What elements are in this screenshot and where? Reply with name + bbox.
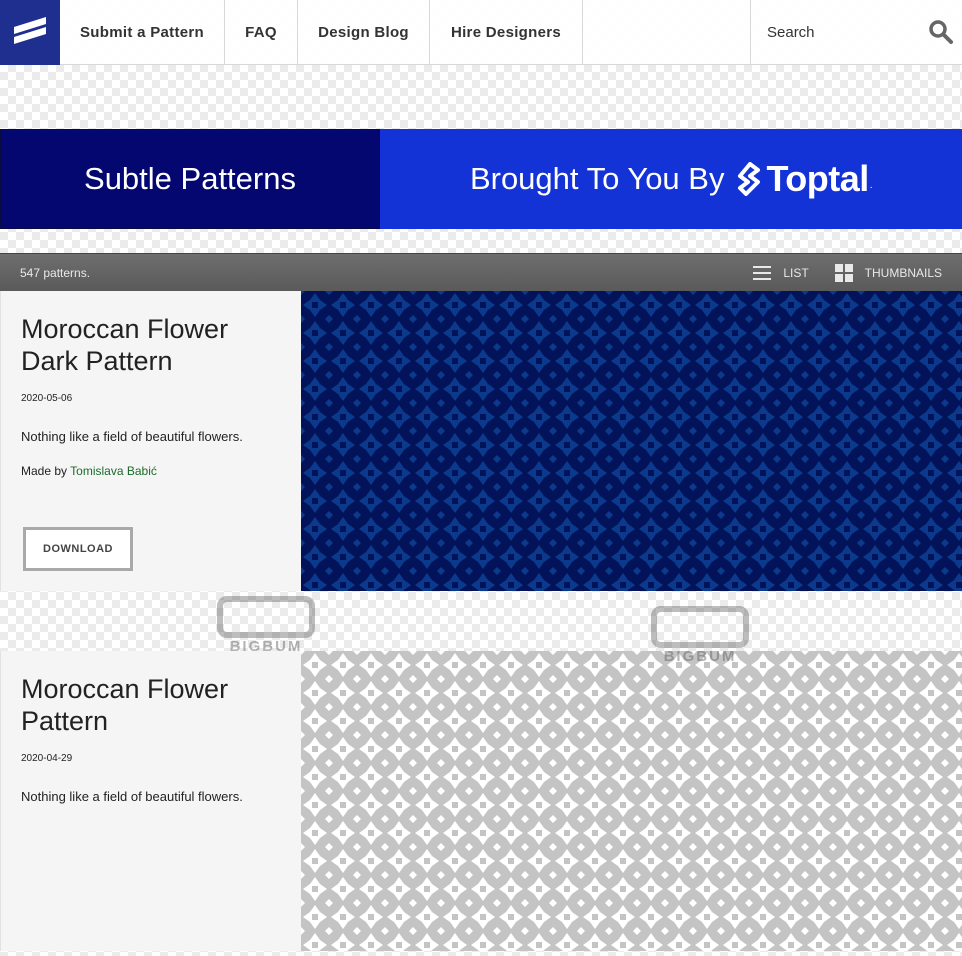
thumbnails-view-button[interactable]: THUMBNAILS <box>834 263 942 282</box>
grid-icon <box>834 263 853 282</box>
pattern-title[interactable]: Moroccan Flower Pattern <box>21 673 281 737</box>
banner-sponsor-text: Brought To You By <box>469 161 725 196</box>
watermark-logo-icon <box>651 606 749 648</box>
pattern-card: Moroccan Flower Pattern 2020-04-29 Nothi… <box>0 651 962 951</box>
pattern-date: 2020-05-06 <box>21 393 73 404</box>
pattern-preview-light[interactable] <box>301 651 962 951</box>
banner-sponsor: Brought To You By Toptal . <box>380 129 962 229</box>
moroccan-light-pattern-preview <box>301 651 962 951</box>
pattern-date: 2020-04-29 <box>21 753 73 764</box>
pattern-title[interactable]: Moroccan Flower Dark Pattern <box>21 313 281 377</box>
search-input[interactable] <box>765 22 919 42</box>
toptal-logo: Toptal . <box>736 158 873 200</box>
pattern-description: Nothing like a field of beautiful flower… <box>21 789 243 804</box>
search-icon[interactable] <box>928 19 954 45</box>
subtle-patterns-logo[interactable] <box>0 0 60 65</box>
logo-stripes-icon <box>14 16 46 44</box>
toptal-mark-dot: . <box>869 180 873 191</box>
top-navigation: Submit a Pattern FAQ Design Blog Hire De… <box>0 0 962 65</box>
pattern-author: Made by Tomislava Babić <box>21 464 281 478</box>
pattern-count: 547 patterns. <box>20 265 91 280</box>
watermark-logo-icon <box>217 596 315 638</box>
toptal-banner[interactable]: Subtle Patterns Brought To You By Toptal… <box>0 129 962 229</box>
pattern-card: Moroccan Flower Dark Pattern 2020-05-06 … <box>0 291 962 591</box>
nav-spacer <box>583 0 751 64</box>
banner-site-name: Subtle Patterns <box>0 129 380 229</box>
pattern-description: Nothing like a field of beautiful flower… <box>21 429 243 444</box>
moroccan-dark-pattern-preview <box>301 291 962 591</box>
thumbnails-view-label: THUMBNAILS <box>864 265 942 280</box>
list-view-button[interactable]: LIST <box>753 265 809 280</box>
nav-design-blog[interactable]: Design Blog <box>298 0 430 64</box>
nav-hire-designers[interactable]: Hire Designers <box>430 0 583 64</box>
pattern-card-info: Moroccan Flower Dark Pattern 2020-05-06 … <box>0 291 301 591</box>
results-toolbar: 547 patterns. LIST THUMBNAILS <box>0 253 962 291</box>
nav-faq[interactable]: FAQ <box>225 0 298 64</box>
view-toggles: LIST THUMBNAILS <box>753 263 942 282</box>
nav-submit-pattern[interactable]: Submit a Pattern <box>60 0 225 64</box>
download-button[interactable]: DOWNLOAD <box>23 527 133 571</box>
list-icon <box>753 265 772 280</box>
search-box <box>751 0 962 64</box>
pattern-preview-dark[interactable] <box>301 291 962 591</box>
pattern-card-info: Moroccan Flower Pattern 2020-04-29 Nothi… <box>0 651 301 951</box>
watermark: BIGBUM <box>216 596 316 656</box>
toptal-wordmark: Toptal <box>766 158 869 199</box>
made-by-label: Made by <box>21 464 68 478</box>
author-link[interactable]: Tomislava Babić <box>70 464 157 478</box>
toptal-mark-icon <box>738 162 761 196</box>
list-view-label: LIST <box>783 265 809 280</box>
